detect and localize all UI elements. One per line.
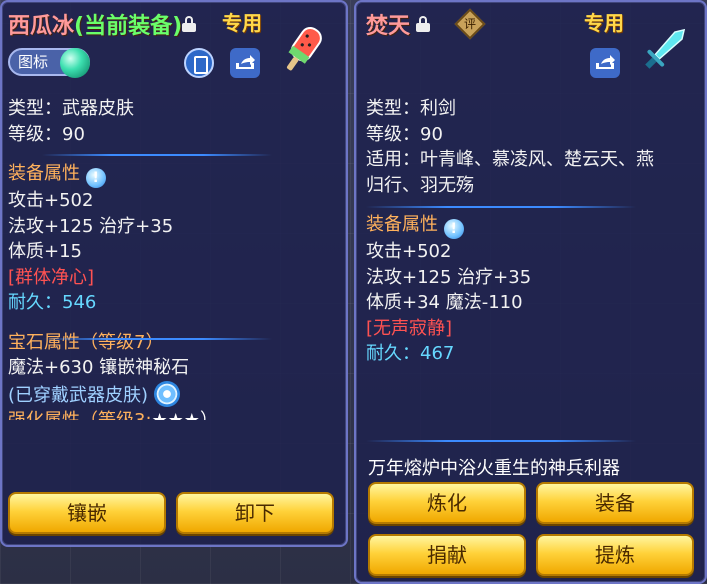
durability: 耐久：467: [366, 343, 455, 364]
item-title: 西瓜冰(当前装备): [8, 14, 183, 39]
share-icon[interactable]: [590, 48, 620, 78]
item-type: 类型：武器皮肤: [8, 98, 134, 119]
toggle-orb-icon: [60, 48, 90, 78]
exclusive-label: 专用: [584, 11, 624, 35]
sword-icon: [645, 28, 686, 69]
item-tagline: 万年熔炉中浴火重生的神兵利器: [368, 458, 620, 479]
info-icon[interactable]: !: [85, 168, 106, 188]
icon-toggle-button[interactable]: 图标: [8, 48, 90, 78]
item-title: 焚天: [366, 14, 411, 39]
item-stats: 类型：武器皮肤 等级：90 装备属性 ! 攻击+502 法攻+125 治疗+35…: [8, 96, 342, 420]
compare-item-panel: 焚天 评 专用 类型：利剑 等级：90 适用：叶青峰、慕凌风、楚云天、燕 归行、…: [354, 0, 707, 584]
applicable-characters-2: 归行、羽无殇: [366, 174, 474, 196]
share-icon[interactable]: [230, 48, 260, 78]
donate-button[interactable]: 捐献: [368, 534, 526, 576]
equip-attributes-heading: 装备属性 !: [366, 212, 702, 239]
special-skill: [无声寂静]: [366, 317, 453, 339]
equip-button[interactable]: 装备: [536, 482, 694, 524]
special-skill: [群体净心]: [8, 266, 95, 288]
durability: 耐久：546: [8, 292, 97, 313]
icon-toggle-label: 图标: [18, 53, 49, 71]
item-stats: 类型：利剑 等级：90 适用：叶青峰、慕凌风、楚云天、燕 归行、羽无殇 装备属性…: [366, 96, 702, 367]
divider: [366, 206, 636, 208]
worn-skin-note: (已穿戴武器皮肤): [8, 380, 342, 409]
unload-button[interactable]: 卸下: [176, 492, 334, 534]
lock-icon[interactable]: [182, 16, 196, 32]
review-icon[interactable]: 评: [454, 8, 486, 40]
strengthen-heading: 强化属性（等级3:★★★）: [8, 408, 342, 420]
swirl-icon[interactable]: [153, 380, 180, 407]
magic-heal-stat: 法攻+125 治疗+35: [366, 266, 532, 288]
inlay-button[interactable]: 镶嵌: [8, 492, 166, 534]
current-equipment-panel: 西瓜冰(当前装备) 专用 图标 类型：武器皮肤 等级：90 装备属性 ! 攻击+…: [0, 0, 348, 547]
codex-icon[interactable]: [184, 48, 214, 78]
attack-stat: 攻击+502: [8, 190, 94, 211]
extract-button[interactable]: 提炼: [536, 534, 694, 576]
divider: [366, 440, 636, 442]
constitution-stat: 体质+15: [8, 241, 82, 262]
lock-icon[interactable]: [416, 16, 430, 32]
exclusive-label: 专用: [222, 11, 262, 35]
constitution-magic-stat: 体质+34 魔法-110: [366, 292, 523, 313]
divider: [42, 338, 272, 340]
info-icon[interactable]: !: [443, 219, 464, 239]
item-level: 等级：90: [8, 123, 85, 145]
gem-attributes-heading: 宝石属性（等级7）: [8, 331, 164, 353]
gem-attribute-value: 魔法+630 镶嵌神秘石: [8, 357, 190, 378]
divider: [42, 154, 272, 156]
watermelon-popsicle-skin-icon: [286, 26, 322, 71]
current-equipped-tag: (当前装备): [74, 14, 183, 39]
refine-button[interactable]: 炼化: [368, 482, 526, 524]
attack-stat: 攻击+502: [366, 241, 452, 262]
item-level: 等级：90: [366, 123, 443, 145]
magic-heal-stat: 法攻+125 治疗+35: [8, 215, 174, 237]
applicable-characters-1: 适用：叶青峰、慕凌风、楚云天、燕: [366, 149, 654, 170]
equip-attributes-heading: 装备属性 !: [8, 161, 342, 188]
item-type: 类型：利剑: [366, 98, 456, 119]
